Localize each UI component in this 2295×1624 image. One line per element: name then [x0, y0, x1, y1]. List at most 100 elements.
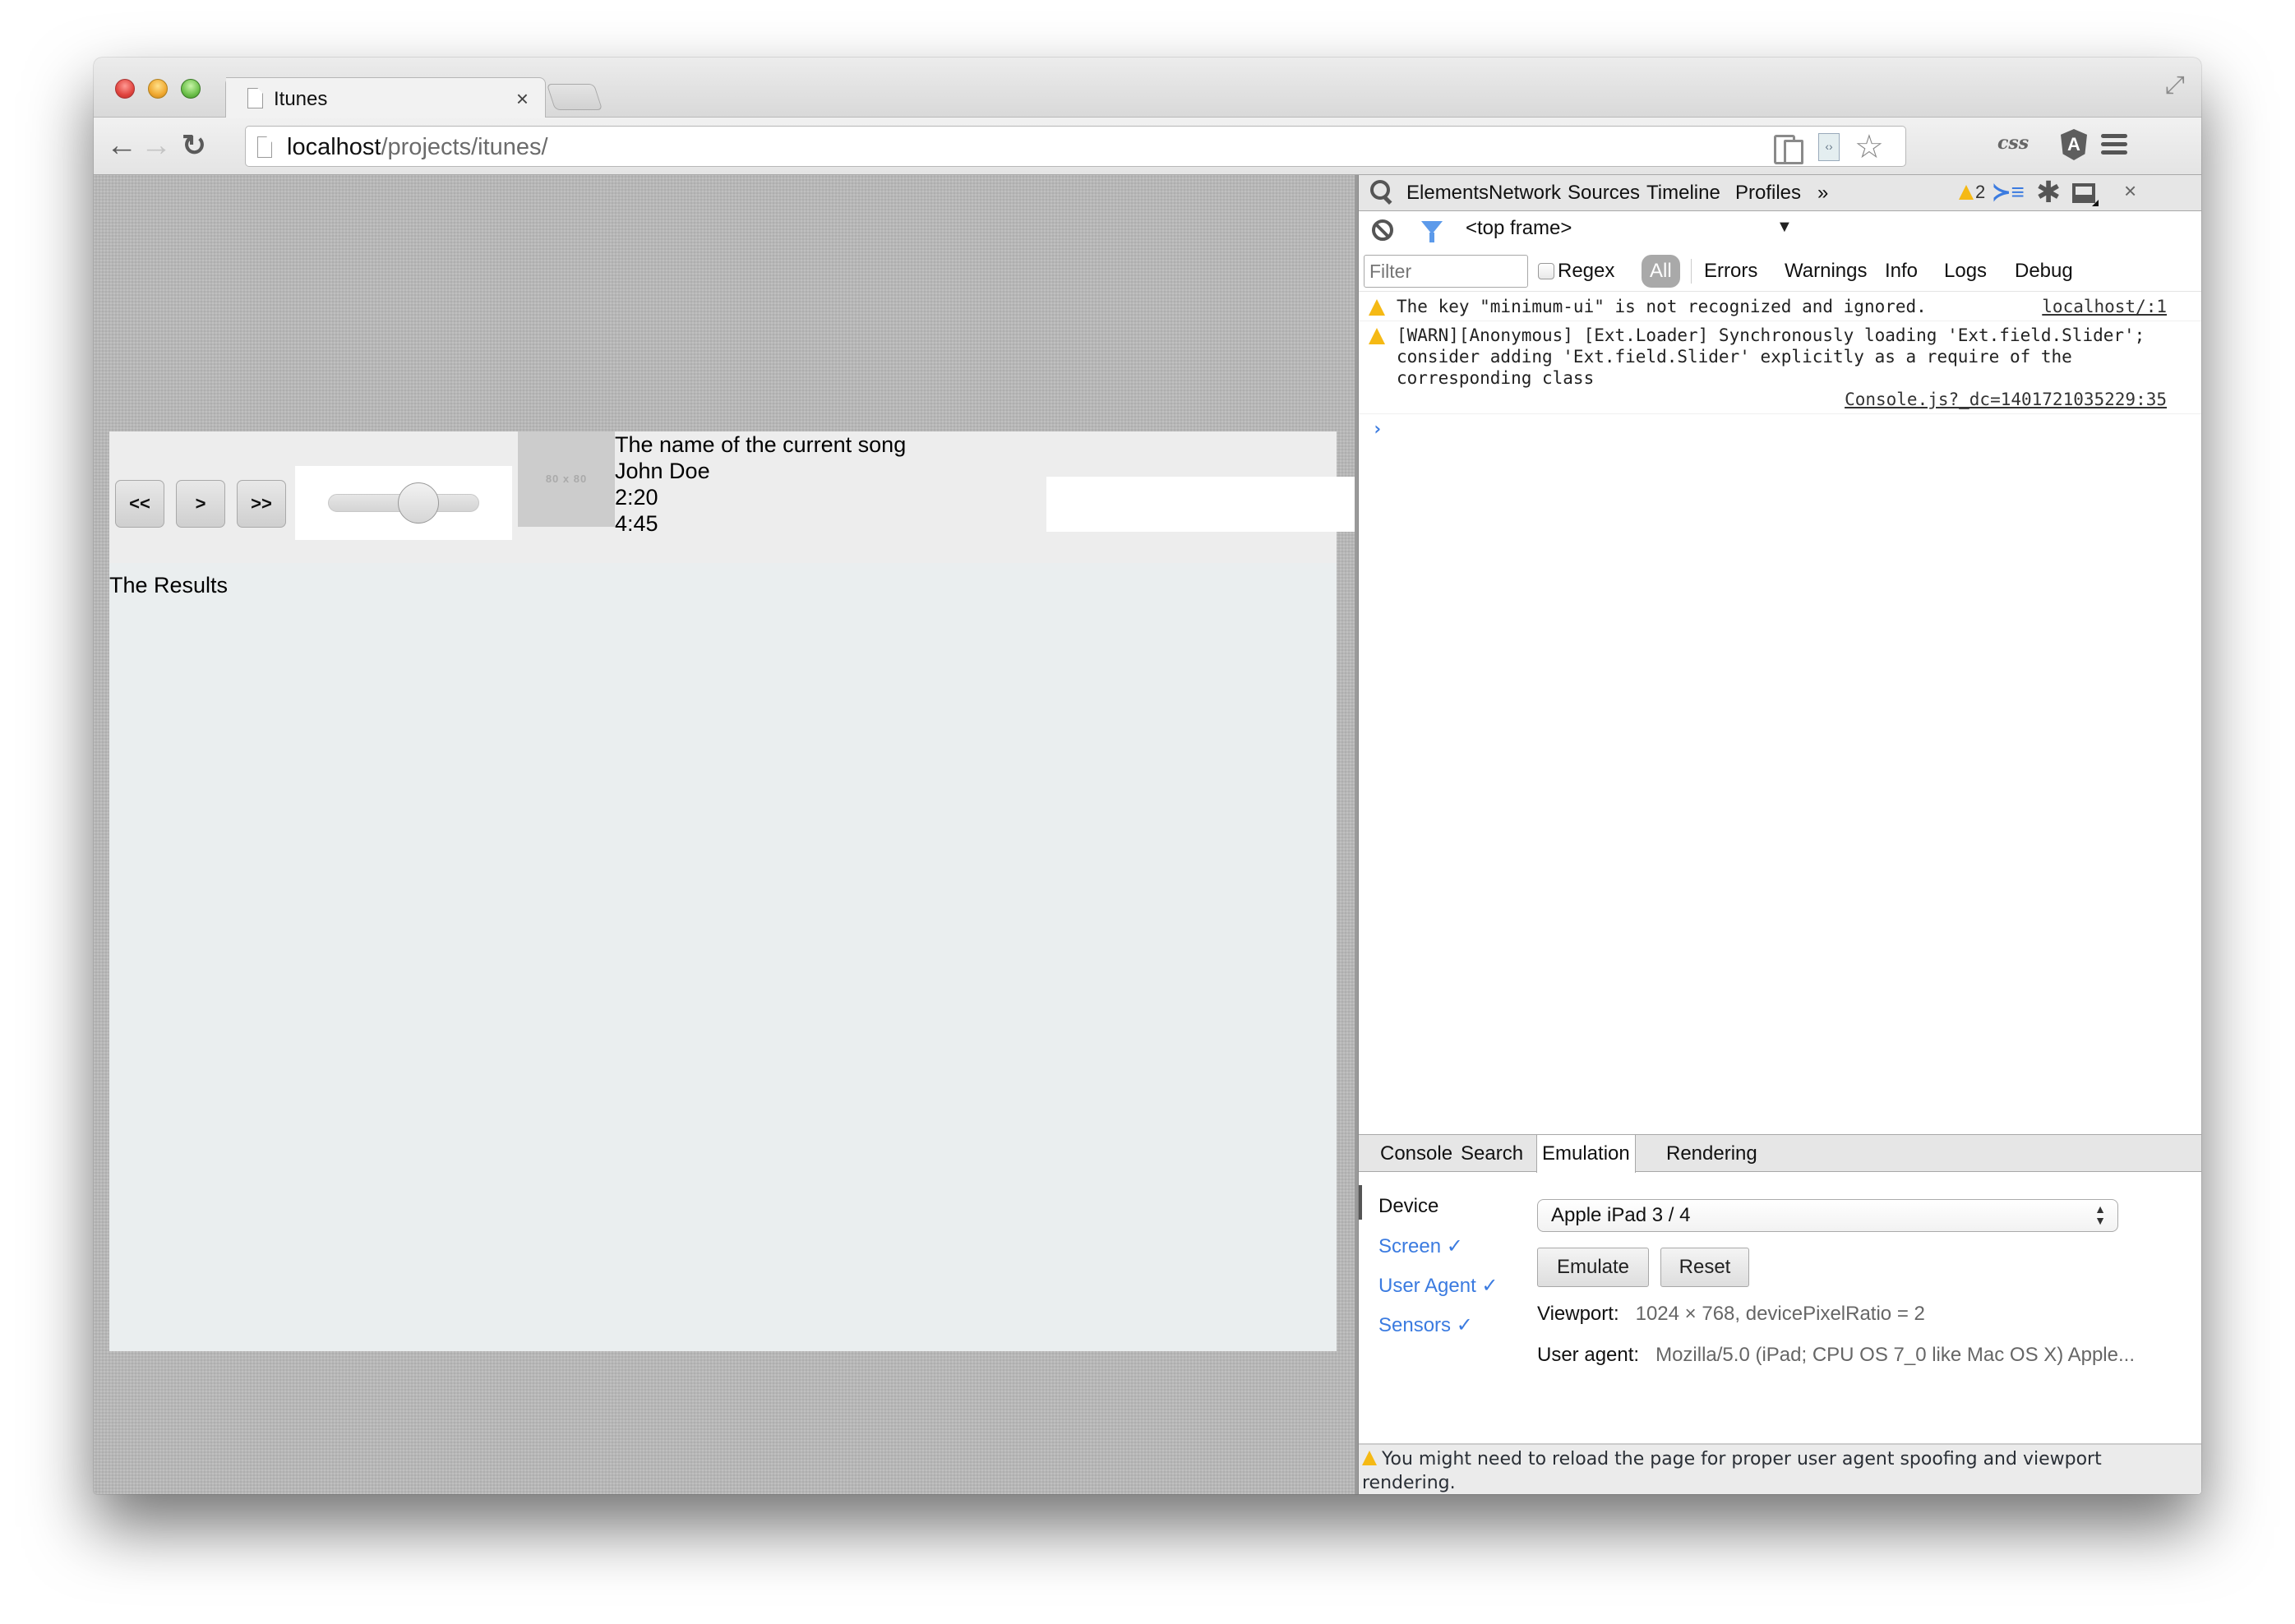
device-select[interactable]: Apple iPad 3 / 4 ▲ ▼	[1537, 1199, 2118, 1232]
fullscreen-icon[interactable]: ⤢	[2162, 72, 2188, 99]
warning-icon	[1369, 299, 1385, 316]
browser-window: Itunes × ⤢ ← → ↻ localhost/projects/itun…	[94, 58, 2201, 1494]
warning-icon	[1959, 185, 1974, 200]
tab-profiles[interactable]: Profiles	[1735, 182, 1801, 205]
reset-button[interactable]: Reset	[1660, 1248, 1749, 1287]
message-source-link[interactable]: Console.js?_dc=1401721035229:35	[1397, 389, 2167, 410]
show-drawer-icon[interactable]: ≻≡	[1992, 178, 2025, 205]
itunes-app: << > >> 80 x 80 The name of the current …	[109, 431, 1408, 1351]
close-window-button[interactable]	[115, 79, 135, 99]
inspect-search-icon[interactable]	[1370, 180, 1393, 205]
new-tab-button[interactable]	[546, 84, 603, 110]
tab-timeline[interactable]: Timeline	[1646, 182, 1720, 205]
tab-close-icon[interactable]: ×	[516, 86, 529, 112]
hamburger-menu-icon[interactable]	[2101, 134, 2127, 155]
tab-elements[interactable]: Elements	[1406, 182, 1489, 205]
drawer-tab-search[interactable]: Search	[1461, 1142, 1523, 1165]
player-bar: << > >> 80 x 80 The name of the current …	[109, 431, 1408, 563]
css-extension-icon[interactable]: css	[1997, 132, 2029, 154]
warning-icon	[1362, 1451, 1377, 1465]
console-prompt[interactable]: ›	[1359, 414, 2201, 440]
emulate-button[interactable]: Emulate	[1537, 1248, 1649, 1287]
tab-strip: Itunes × ⤢	[94, 58, 2201, 118]
device-select-value: Apple iPad 3 / 4	[1551, 1204, 1691, 1226]
level-debug[interactable]: Debug	[2015, 260, 2073, 283]
user-agent-value: Mozilla/5.0 (iPad; CPU OS 7_0 like Mac O…	[1655, 1344, 2135, 1366]
drawer-tab-rendering[interactable]: Rendering	[1666, 1142, 1757, 1165]
message-text: [WARN][Anonymous] [Ext.Loader] Synchrono…	[1397, 325, 2145, 388]
filter-funnel-icon[interactable]	[1421, 221, 1443, 242]
frame-selector[interactable]: <top frame>	[1466, 217, 1572, 240]
page-icon	[247, 88, 263, 108]
song-info: The name of the current song John Doe 2:…	[615, 431, 906, 537]
user-agent-row: User agent: Mozilla/5.0 (iPad; CPU OS 7_0…	[1537, 1344, 2135, 1367]
dropdown-arrow-icon[interactable]: ▼	[1776, 218, 1793, 237]
divider	[1691, 259, 1692, 284]
page-icon	[257, 136, 272, 158]
more-tabs-chevron-icon[interactable]: »	[1817, 182, 1828, 205]
drawer-tab-emulation[interactable]: Emulation	[1536, 1135, 1636, 1173]
elapsed-time: 2:20	[615, 485, 658, 510]
level-all[interactable]: All	[1642, 255, 1680, 288]
tab-sources[interactable]: Sources	[1568, 182, 1640, 205]
previous-button[interactable]: <<	[115, 480, 164, 528]
url-text[interactable]: localhost/projects/itunes/	[287, 134, 548, 161]
search-input[interactable]	[1046, 477, 1408, 532]
message-text: The key "minimum-ui" is not recognized a…	[1397, 297, 1927, 316]
settings-gear-icon[interactable]: ✱	[2036, 175, 2061, 210]
angular-extension-icon[interactable]: A	[2061, 129, 2087, 160]
device-mode-icon[interactable]	[1774, 133, 1803, 164]
devtools-drawer: Console Search Emulation Rendering Devic…	[1359, 1134, 2201, 1494]
song-artist: John Doe	[615, 459, 710, 483]
prompt-chevron-icon: ›	[1372, 419, 1383, 440]
reload-warning-footer: You might need to reload the page for pr…	[1359, 1443, 2201, 1494]
level-warnings[interactable]: Warnings	[1785, 260, 1867, 283]
minimize-window-button[interactable]	[148, 79, 168, 99]
warning-count: 2	[1975, 182, 1986, 202]
song-duration: 4:45	[615, 511, 658, 536]
clear-console-icon[interactable]	[1372, 219, 1393, 241]
message-source-link[interactable]: localhost/:1	[2042, 296, 2167, 317]
reload-button[interactable]: ↻	[178, 129, 210, 162]
reload-warning-text: You might need to reload the page for pr…	[1362, 1449, 2102, 1493]
viewport-value: 1024 × 768, devicePixelRatio = 2	[1635, 1303, 1925, 1325]
console-message: The key "minimum-ui" is not recognized a…	[1359, 293, 2201, 321]
bookmark-star-icon[interactable]: ☆	[1854, 131, 1887, 164]
album-art-placeholder: 80 x 80	[518, 431, 615, 527]
zoom-window-button[interactable]	[181, 79, 201, 99]
devtools-panel: Elements Network Sources Timeline Profil…	[1358, 175, 2201, 1494]
browser-tab-itunes[interactable]: Itunes ×	[225, 77, 546, 118]
close-devtools-icon[interactable]: ×	[2124, 178, 2136, 204]
slider-thumb[interactable]	[398, 482, 440, 524]
section-user-agent[interactable]: User Agent ✓	[1378, 1274, 1498, 1298]
section-device[interactable]: Device	[1378, 1195, 1438, 1218]
viewport-row: Viewport: 1024 × 768, devicePixelRatio = …	[1537, 1303, 1925, 1326]
devtools-tabbar: Elements Network Sources Timeline Profil…	[1359, 175, 2201, 211]
forward-button[interactable]: →	[140, 129, 173, 162]
console-filter-input[interactable]	[1364, 255, 1528, 288]
back-button[interactable]: ←	[105, 129, 138, 162]
level-info[interactable]: Info	[1885, 260, 1918, 283]
drawer-tab-console[interactable]: Console	[1380, 1142, 1452, 1165]
tab-title: Itunes	[274, 88, 328, 110]
user-agent-label: User agent:	[1537, 1344, 1640, 1366]
drawer-tabbar: Console Search Emulation Rendering	[1359, 1134, 2201, 1173]
regex-checkbox[interactable]	[1538, 263, 1554, 279]
warning-counter[interactable]: 2	[1959, 182, 1985, 203]
tab-network[interactable]: Network	[1489, 182, 1561, 205]
active-section-indicator	[1359, 1185, 1362, 1220]
level-errors[interactable]: Errors	[1704, 260, 1757, 283]
address-bar[interactable]: localhost/projects/itunes/ ☆	[245, 126, 1906, 167]
page-viewport: << > >> 80 x 80 The name of the current …	[94, 175, 1408, 1494]
play-button[interactable]: >	[176, 480, 225, 528]
view-source-icon[interactable]	[1818, 133, 1840, 161]
level-logs[interactable]: Logs	[1944, 260, 1987, 283]
url-path: /projects/itunes/	[381, 134, 548, 160]
viewport-label: Viewport:	[1537, 1303, 1619, 1325]
section-screen[interactable]: Screen ✓	[1378, 1234, 1463, 1258]
console-messages: The key "minimum-ui" is not recognized a…	[1359, 293, 2201, 440]
section-sensors[interactable]: Sensors ✓	[1378, 1313, 1473, 1337]
song-title: The name of the current song	[615, 432, 907, 457]
console-filter-bar: Regex All Errors Warnings Info Logs Debu…	[1359, 251, 2201, 292]
next-button[interactable]: >>	[237, 480, 286, 528]
